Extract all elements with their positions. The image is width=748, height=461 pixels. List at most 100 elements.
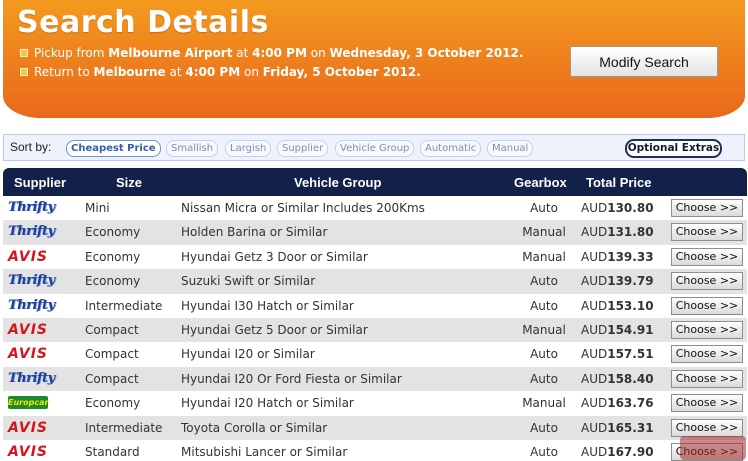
- vehicle-group-cell: Suzuki Swift or Similar: [181, 274, 316, 289]
- sort-label: Sort by:: [10, 140, 52, 154]
- table-row: Europcar Economy Hyundai I20 Hatch or Simi…: [3, 391, 747, 416]
- choose-button[interactable]: Choose >>: [671, 272, 743, 291]
- size-cell: Economy: [85, 274, 141, 289]
- sort-manual[interactable]: Manual: [487, 140, 534, 157]
- total-price-cell: AUD158.40: [581, 372, 654, 386]
- total-price-cell: AUD130.80: [581, 201, 654, 215]
- choose-button[interactable]: Choose >>: [671, 394, 743, 413]
- total-price-cell: AUD139.79: [581, 274, 654, 288]
- table-row: AVIS Compact Hyundai I20 or Similar Auto AUD…: [3, 342, 747, 367]
- total-price-cell: AUD153.10: [581, 299, 654, 313]
- sort-supplier[interactable]: Supplier: [277, 140, 329, 157]
- header-vehicle-group: Vehicle Group: [294, 175, 382, 190]
- choose-button[interactable]: Choose >>: [671, 320, 743, 339]
- price-amount: 154.91: [607, 322, 654, 337]
- return-on: on: [244, 65, 259, 79]
- page-title: Search Details: [17, 5, 269, 40]
- choose-button[interactable]: Choose >>: [671, 345, 743, 364]
- results-table: Supplier Size Vehicle Group Gearbox Tota…: [3, 168, 747, 461]
- sort-largish[interactable]: Largish: [225, 140, 272, 157]
- price-amount: 165.31: [607, 420, 654, 435]
- choose-button[interactable]: Choose >>: [671, 223, 743, 242]
- price-amount: 158.40: [607, 371, 654, 386]
- price-amount: 167.90: [607, 444, 654, 459]
- gearbox-cell: Auto: [530, 347, 558, 362]
- gearbox-cell: Auto: [530, 444, 558, 459]
- pickup-on: on: [310, 46, 326, 60]
- size-cell: Economy: [85, 396, 141, 411]
- return-prefix: Return to: [34, 65, 90, 79]
- vehicle-group-cell: Toyota Corolla or Similar: [181, 420, 328, 435]
- currency-label: AUD: [581, 201, 608, 215]
- sort-automatic[interactable]: Automatic: [420, 140, 482, 157]
- total-price-cell: AUD157.51: [581, 347, 654, 361]
- vehicle-group-cell: Hyundai I20 Or Ford Fiesta or Similar: [181, 371, 402, 386]
- gearbox-cell: Auto: [530, 274, 558, 289]
- size-cell: Mini: [85, 201, 110, 215]
- watermark-logo: [680, 436, 746, 460]
- currency-label: AUD: [581, 225, 608, 240]
- return-at: at: [169, 65, 182, 79]
- supplier-logo-avis: AVIS: [8, 321, 49, 338]
- vehicle-group-cell: Hyundai Getz 3 Door or Similar: [181, 249, 368, 264]
- vehicle-group-cell: Mitsubishi Lancer or Similar: [181, 444, 348, 459]
- return-location: Melbourne: [93, 65, 166, 79]
- modify-search-button[interactable]: Modify Search: [570, 46, 718, 77]
- table-header: Supplier Size Vehicle Group Gearbox Tota…: [3, 168, 747, 196]
- choose-button[interactable]: Choose >>: [671, 296, 743, 315]
- supplier-logo-avis: AVIS: [8, 346, 49, 363]
- total-price-cell: AUD131.80: [581, 225, 654, 239]
- return-date: Friday, 5 October 2012.: [262, 65, 421, 79]
- gearbox-cell: Manual: [522, 322, 566, 337]
- currency-label: AUD: [581, 298, 608, 313]
- vehicle-group-cell: Hyundai Getz 5 Door or Similar: [181, 322, 368, 337]
- table-row: AVIS Standard Mitsubishi Lancer or Similar…: [3, 439, 747, 461]
- vehicle-group-cell: Hyundai I30 Hatch or Similar: [181, 298, 354, 313]
- header-gearbox: Gearbox: [514, 175, 567, 190]
- price-amount: 139.33: [607, 249, 654, 264]
- currency-label: AUD: [581, 396, 608, 411]
- sort-smallish[interactable]: Smallish: [166, 140, 219, 157]
- size-cell: Standard: [85, 444, 140, 459]
- choose-button[interactable]: Choose >>: [671, 369, 743, 388]
- vehicle-group-cell: Hyundai I20 Hatch or Similar: [181, 396, 354, 411]
- size-cell: Compact: [85, 371, 139, 386]
- vehicle-group-cell: Hyundai I20 or Similar: [181, 347, 315, 362]
- total-price-cell: AUD165.31: [581, 421, 654, 435]
- size-cell: Compact: [85, 347, 139, 362]
- size-cell: Compact: [85, 322, 139, 337]
- gearbox-cell: Manual: [522, 225, 566, 240]
- currency-label: AUD: [581, 371, 608, 386]
- size-cell: Intermediate: [85, 298, 163, 313]
- table-row: Thrifty Intermediate Hyundai I30 Hatch or …: [3, 293, 747, 318]
- total-price-cell: AUD154.91: [581, 323, 654, 337]
- return-summary: Return to Melbourne at 4:00 PM on Friday…: [20, 65, 421, 79]
- total-price-cell: AUD139.33: [581, 250, 654, 264]
- currency-label: AUD: [581, 274, 608, 289]
- table-row: AVIS Compact Hyundai Getz 5 Door or Simila…: [3, 317, 747, 343]
- currency-label: AUD: [581, 347, 608, 362]
- choose-button[interactable]: Choose >>: [671, 199, 743, 217]
- size-cell: Intermediate: [85, 420, 163, 435]
- currency-label: AUD: [581, 444, 608, 459]
- currency-label: AUD: [581, 420, 608, 435]
- sort-cheapest-price[interactable]: Cheapest Price: [66, 140, 161, 157]
- optional-extras-button[interactable]: Optional Extras: [625, 139, 722, 158]
- total-price-cell: AUD163.76: [581, 396, 654, 410]
- gearbox-cell: Auto: [530, 201, 558, 215]
- pickup-summary: Pickup from Melbourne Airport at 4:00 PM…: [20, 46, 523, 60]
- price-amount: 163.76: [607, 396, 654, 411]
- sort-vehicle-group[interactable]: Vehicle Group: [335, 140, 415, 157]
- header-size: Size: [116, 175, 143, 190]
- total-price-cell: AUD167.90: [581, 445, 654, 459]
- choose-button[interactable]: Choose >>: [671, 247, 743, 266]
- table-row: Thrifty Economy Holden Barina or Similar Ma…: [3, 220, 747, 245]
- table-row: Thrifty Mini Nissan Micra or Similar Inclu…: [3, 196, 747, 221]
- header-total-price: Total Price: [586, 175, 652, 190]
- table-body: Thrifty Mini Nissan Micra or Similar Inclu…: [3, 196, 747, 461]
- choose-button[interactable]: Choose >>: [671, 418, 743, 437]
- pickup-time: 4:00 PM: [252, 46, 307, 60]
- supplier-logo-avis: AVIS: [8, 419, 49, 436]
- pickup-location: Melbourne Airport: [108, 46, 233, 60]
- supplier-logo-avis: AVIS: [8, 248, 49, 265]
